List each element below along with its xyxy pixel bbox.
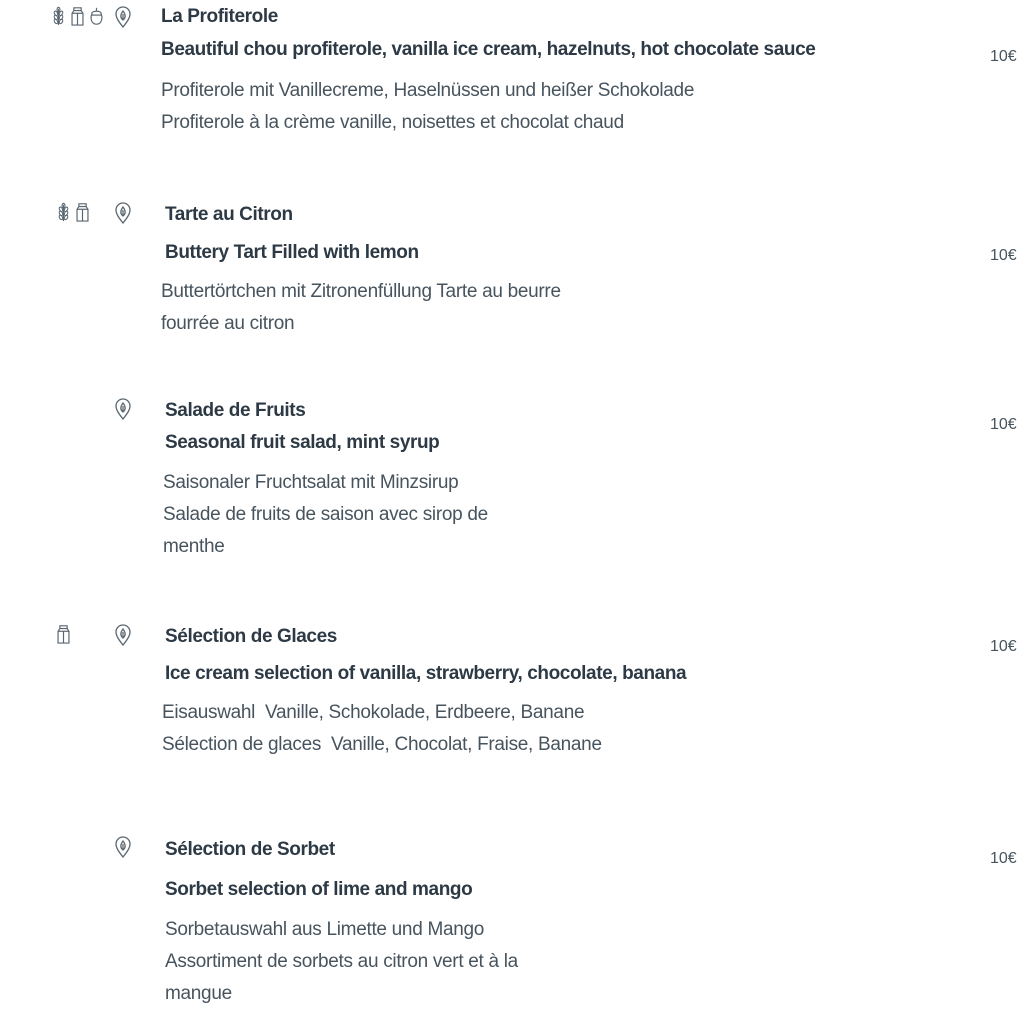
item-description-fr: Assortiment de sorbets au citron vert et… (165, 951, 518, 972)
item-description-de: Sorbetauswahl aus Limette und Mango (165, 919, 485, 940)
gluten-icon (50, 6, 67, 26)
item-price: 10€ (990, 638, 1017, 655)
item-price: 10€ (990, 48, 1017, 65)
allergen-icons (50, 6, 105, 26)
item-description-en: Buttery Tart Filled with lemon (165, 242, 419, 263)
item-name: Sélection de Glaces (165, 626, 337, 647)
item-description-fr: Sélection de glaces Vanille, Chocolat, F… (162, 734, 602, 755)
item-description-fr-continued: menthe (163, 536, 225, 557)
item-description-de: Buttertörtchen mit Zitronenfüllung Tarte… (161, 281, 561, 302)
item-description-fr: Profiterole à la crème vanille, noisette… (161, 112, 624, 133)
milk-icon (69, 6, 86, 26)
item-description-fr-continued: mangue (165, 983, 232, 1004)
vegetarian-icon (114, 398, 132, 420)
milk-icon (74, 202, 91, 222)
vegetarian-icon (114, 836, 132, 858)
item-name: Sélection de Sorbet (165, 839, 335, 860)
milk-icon (55, 624, 72, 644)
item-description-de: Profiterole mit Vanillecreme, Haselnüsse… (161, 80, 695, 101)
item-description-en: Ice cream selection of vanilla, strawber… (165, 663, 687, 684)
vegetarian-icon (114, 624, 132, 646)
item-price: 10€ (990, 416, 1017, 433)
vegetarian-icon (114, 6, 132, 28)
item-description-en: Sorbet selection of lime and mango (165, 879, 473, 900)
item-price: 10€ (990, 247, 1017, 264)
item-description-de: Saisonaler Fruchtsalat mit Minzsirup (163, 472, 459, 493)
item-price: 10€ (990, 850, 1017, 867)
item-description-fr: fourrée au citron (161, 313, 295, 334)
allergen-icons (55, 624, 72, 644)
allergen-icons (55, 202, 91, 222)
gluten-icon (55, 202, 72, 222)
item-name: Salade de Fruits (165, 400, 306, 421)
item-description-en: Beautiful chou profiterole, vanilla ice … (161, 39, 816, 60)
vegetarian-icon (114, 202, 132, 224)
nuts-icon (88, 6, 105, 26)
item-description-en: Seasonal fruit salad, mint syrup (165, 432, 440, 453)
item-name: Tarte au Citron (165, 204, 293, 225)
item-description-de: Eisauswahl Vanille, Schokolade, Erdbeere… (162, 702, 585, 723)
item-name: La Profiterole (161, 6, 278, 27)
item-description-fr: Salade de fruits de saison avec sirop de (163, 504, 488, 525)
